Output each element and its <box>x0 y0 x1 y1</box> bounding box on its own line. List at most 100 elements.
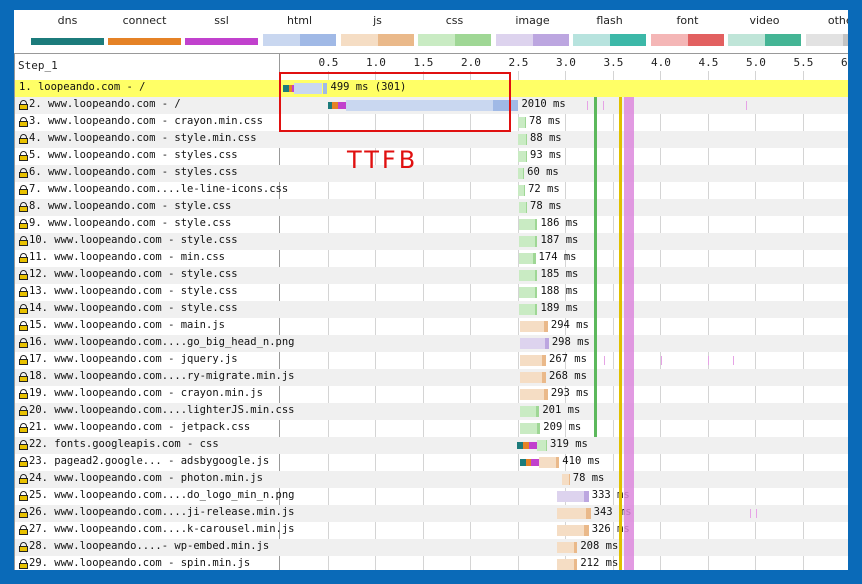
request-bar[interactable] <box>518 134 527 145</box>
request-row[interactable]: 24. www.loopeando.com - photon.min.js 78 … <box>15 471 848 488</box>
axis-tick-label: 4.5 <box>698 56 719 69</box>
request-bar[interactable] <box>519 253 536 264</box>
request-row[interactable]: 4. www.loopeando.com - style.min.css 88 m… <box>15 131 848 148</box>
request-name[interactable]: 25. www.loopeando.com....do_logo_min_n.p… <box>29 489 295 501</box>
request-row[interactable]: 18. www.loopeando.com....ry-migrate.min.… <box>15 369 848 386</box>
request-name[interactable]: 27. www.loopeando.com....k-carousel.min.… <box>29 523 295 535</box>
request-download-segment <box>524 117 527 128</box>
request-bar[interactable] <box>520 372 546 383</box>
request-bar[interactable] <box>519 304 538 315</box>
legend-swatch-light <box>573 34 610 46</box>
request-wait-segment <box>518 134 526 145</box>
request-name[interactable]: 12. www.loopeando.com - style.css <box>29 268 238 280</box>
request-name[interactable]: 10. www.loopeando.com - style.css <box>29 234 238 246</box>
request-row[interactable]: 10. www.loopeando.com - style.css 187 ms <box>15 233 848 250</box>
request-name[interactable]: 20. www.loopeando.com....lighterJS.min.c… <box>29 404 295 416</box>
request-row[interactable]: 14. www.loopeando.com - style.css 189 ms <box>15 301 848 318</box>
request-row[interactable]: 16. www.loopeando.com....go_big_head_n.p… <box>15 335 848 352</box>
request-bar[interactable] <box>519 219 538 230</box>
request-bar[interactable] <box>518 117 527 128</box>
request-name[interactable]: 28. www.loopeando....- wp-embed.min.js <box>29 540 269 552</box>
request-row[interactable]: 25. www.loopeando.com....do_logo_min_n.p… <box>15 488 848 505</box>
request-row[interactable]: 7. www.loopeando.com....le-line-icons.cs… <box>15 182 848 199</box>
request-name[interactable]: 2. www.loopeando.com - / <box>29 98 181 110</box>
request-name[interactable]: 4. www.loopeando.com - style.min.css <box>29 132 257 144</box>
request-name[interactable]: 13. www.loopeando.com - style.css <box>29 285 238 297</box>
request-row[interactable]: 29. www.loopeando.com - spin.min.js 212 m… <box>15 556 848 570</box>
request-name[interactable]: 24. www.loopeando.com - photon.min.js <box>29 472 263 484</box>
request-bar[interactable] <box>519 202 527 213</box>
request-bar[interactable] <box>518 185 526 196</box>
request-bar[interactable] <box>562 474 570 485</box>
request-name[interactable]: 6. www.loopeando.com - styles.css <box>29 166 238 178</box>
request-name[interactable]: 23. pagead2.google... - adsbygoogle.js <box>29 455 269 467</box>
request-bar[interactable] <box>519 287 538 298</box>
legend-item-html: html <box>263 14 336 48</box>
request-bar[interactable] <box>557 491 589 502</box>
request-bar[interactable] <box>520 406 540 417</box>
request-name[interactable]: 22. fonts.googleapis.com - css <box>29 438 219 450</box>
request-name[interactable]: 9. www.loopeando.com - style.css <box>29 217 231 229</box>
request-download-segment <box>574 559 578 570</box>
request-row[interactable]: 6. www.loopeando.com - styles.css 60 ms <box>15 165 848 182</box>
request-bar[interactable] <box>520 355 546 366</box>
legend-swatch-light <box>341 34 378 46</box>
request-row[interactable]: 23. pagead2.google... - adsbygoogle.js 41… <box>15 454 848 471</box>
legend-swatch-light <box>806 34 843 46</box>
request-wait-segment <box>557 559 575 570</box>
legend-swatch <box>496 34 569 46</box>
request-bar[interactable] <box>557 508 591 519</box>
request-bar[interactable] <box>520 457 560 468</box>
request-row[interactable]: 28. www.loopeando....- wp-embed.min.js 20… <box>15 539 848 556</box>
request-row[interactable]: 15. www.loopeando.com - main.js 294 ms <box>15 318 848 335</box>
request-name[interactable]: 21. www.loopeando.com - jetpack.css <box>29 421 250 433</box>
request-name[interactable]: 3. www.loopeando.com - crayon.min.css <box>29 115 263 127</box>
legend-item-video: video <box>728 14 801 48</box>
request-row[interactable]: 5. www.loopeando.com - styles.css 93 ms <box>15 148 848 165</box>
request-bar[interactable] <box>518 168 525 179</box>
request-name[interactable]: 16. www.loopeando.com....go_big_head_n.p… <box>29 336 295 348</box>
request-name[interactable]: 29. www.loopeando.com - spin.min.js <box>29 557 250 569</box>
request-name[interactable]: 18. www.loopeando.com....ry-migrate.min.… <box>29 370 295 382</box>
request-row[interactable]: 11. www.loopeando.com - min.css 174 ms <box>15 250 848 267</box>
request-row[interactable]: 27. www.loopeando.com....k-carousel.min.… <box>15 522 848 539</box>
request-row[interactable]: 13. www.loopeando.com - style.css 188 ms <box>15 284 848 301</box>
request-bar[interactable] <box>518 151 527 162</box>
request-bar[interactable] <box>516 440 547 451</box>
request-name[interactable]: 14. www.loopeando.com - style.css <box>29 302 238 314</box>
request-row[interactable]: 22. fonts.googleapis.com - css 319 ms <box>15 437 848 454</box>
request-row[interactable]: 12. www.loopeando.com - style.css 185 ms <box>15 267 848 284</box>
request-duration: 208 ms <box>580 540 619 552</box>
request-row[interactable]: 20. www.loopeando.com....lighterJS.min.c… <box>15 403 848 420</box>
request-name[interactable]: 19. www.loopeando.com - crayon.min.js <box>29 387 263 399</box>
request-row[interactable]: 21. www.loopeando.com - jetpack.css 209 m… <box>15 420 848 437</box>
legend-swatch-dark <box>299 34 336 46</box>
request-row[interactable]: 26. www.loopeando.com....ji-release.min.… <box>15 505 848 522</box>
legend-item-font: font <box>651 14 724 48</box>
request-bar[interactable] <box>520 389 548 400</box>
request-bar[interactable] <box>520 423 541 434</box>
request-name[interactable]: 1. loopeando.com - / <box>19 81 145 93</box>
request-row[interactable]: 9. www.loopeando.com - style.css 186 ms <box>15 216 848 233</box>
request-bar[interactable] <box>519 236 538 247</box>
activity-tick <box>660 356 662 365</box>
request-name[interactable]: 15. www.loopeando.com - main.js <box>29 319 225 331</box>
request-name[interactable]: 8. www.loopeando.com - style.css <box>29 200 231 212</box>
request-name[interactable]: 5. www.loopeando.com - styles.css <box>29 149 238 161</box>
request-bar[interactable] <box>557 525 589 536</box>
request-name[interactable]: 11. www.loopeando.com - min.css <box>29 251 225 263</box>
lock-icon <box>19 100 28 110</box>
request-row[interactable]: 8. www.loopeando.com - style.css 78 ms <box>15 199 848 216</box>
request-row[interactable]: 17. www.loopeando.com - jquery.js 267 ms <box>15 352 848 369</box>
request-bar[interactable] <box>519 270 538 281</box>
request-name[interactable]: 17. www.loopeando.com - jquery.js <box>29 353 238 365</box>
request-name[interactable]: 26. www.loopeando.com....ji-release.min.… <box>29 506 295 518</box>
request-bar[interactable] <box>520 338 549 349</box>
activity-tick <box>586 101 588 110</box>
request-row[interactable]: 19. www.loopeando.com - crayon.min.js 293… <box>15 386 848 403</box>
request-bar[interactable] <box>557 542 578 553</box>
request-bar[interactable] <box>520 321 548 332</box>
request-bar[interactable] <box>557 559 578 570</box>
request-name[interactable]: 7. www.loopeando.com....le-line-icons.cs… <box>29 183 288 195</box>
request-download-segment <box>534 287 538 298</box>
